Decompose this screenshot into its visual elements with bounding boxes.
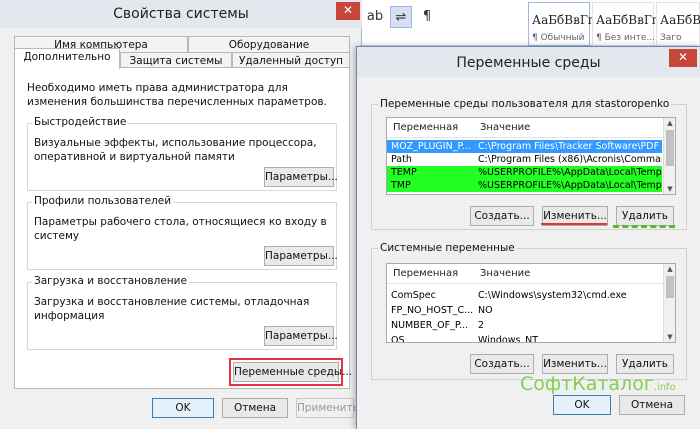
admin-note: Необходимо иметь права администратора дл…: [27, 82, 327, 108]
user-profiles-group: Профили пользователей Параметры рабочего…: [27, 195, 338, 270]
system-variables-group: Системные переменные Переменная Значение…: [371, 242, 687, 380]
highlight-frame: [229, 358, 343, 386]
var-name: Path: [391, 154, 412, 165]
scrollbar[interactable]: ▲ ▼: [663, 264, 675, 342]
user-delete-button[interactable]: Удалить: [616, 206, 674, 226]
style-name: Заго: [660, 33, 682, 43]
style-sample: АаБбВвГг,: [596, 13, 662, 27]
style-name: ¶ Без инте...: [596, 33, 656, 43]
var-name: ComSpec: [391, 290, 436, 301]
advanced-panel: Необходимо иметь права администратора дл…: [14, 67, 352, 389]
titlebar[interactable]: Переменные среды ✕: [357, 47, 700, 77]
system-properties-dialog: Свойства системы ✕ Имя компьютера Оборуд…: [0, 0, 362, 429]
var-value: %USERPROFILE%\AppData\Local\Temp: [478, 180, 662, 191]
table-row[interactable]: TMP %USERPROFILE%\AppData\Local\Temp: [387, 179, 662, 192]
var-value: C:\Program Files (x86)\Acronis\Comman...: [478, 154, 662, 165]
scroll-thumb[interactable]: [666, 130, 674, 166]
scroll-down-icon[interactable]: ▼: [664, 332, 675, 342]
system-delete-button[interactable]: Удалить: [616, 354, 674, 374]
user-variables-list[interactable]: Переменная Значение MOZ_PLUGIN_P... C:\P…: [386, 117, 676, 195]
close-icon[interactable]: ✕: [669, 49, 697, 67]
table-row[interactable]: NUMBER_OF_P... 2: [387, 319, 662, 332]
pilcrow-icon[interactable]: ¶: [416, 6, 438, 28]
style-no-spacing[interactable]: АаБбВвГг, ¶ Без инте...: [592, 2, 662, 46]
var-value: %USERPROFILE%\AppData\Local\Temp: [478, 167, 662, 178]
var-name: NUMBER_OF_P...: [391, 320, 469, 331]
dialog-title: Свойства системы: [113, 6, 249, 22]
group-title: Быстродействие: [32, 116, 129, 128]
group-text: Параметры рабочего стола, относящиеся ко…: [34, 216, 327, 242]
apply-button[interactable]: Применить: [296, 398, 359, 418]
var-name: TMP: [391, 180, 411, 191]
close-icon[interactable]: ✕: [336, 2, 360, 20]
scroll-thumb[interactable]: [666, 276, 674, 298]
list-header: Переменная Значение: [387, 264, 675, 284]
profiles-settings-button[interactable]: Параметры...: [264, 246, 338, 266]
var-value: C:\Program Files\Tracker Software\PDF ..…: [478, 141, 662, 152]
startup-recovery-group: Загрузка и восстановление Загрузка и вос…: [27, 275, 338, 350]
group-text: Загрузка и восстановление системы, отлад…: [34, 296, 310, 322]
delete-underline: [613, 225, 675, 228]
dialog-title: Переменные среды: [456, 55, 601, 71]
var-value: Windows_NT: [478, 335, 539, 343]
style-heading[interactable]: АаБбВ Заго: [656, 2, 700, 46]
column-value[interactable]: Значение: [480, 268, 530, 279]
titlebar[interactable]: Свойства системы ✕: [0, 0, 362, 28]
word-ribbon: ab ⇌ ¶ АаБбВвГг, ¶ Обычный АаБбВвГг, ¶ Б…: [358, 0, 700, 46]
startup-settings-button[interactable]: Параметры...: [264, 326, 338, 346]
scroll-down-icon[interactable]: ▼: [664, 184, 675, 194]
ribbon-tools: ab ⇌ ¶: [364, 6, 438, 28]
style-sample: АаБбВ: [660, 13, 700, 27]
table-row[interactable]: Path C:\Program Files (x86)\Acronis\Comm…: [387, 153, 662, 166]
var-value: NO: [478, 305, 493, 316]
environment-variables-dialog: Переменные среды ✕ Переменные среды поль…: [356, 46, 700, 429]
style-sample: АаБбВвГг,: [532, 13, 598, 27]
watermark-suffix: .info: [653, 382, 676, 393]
group-title: Системные переменные: [378, 242, 517, 254]
group-title: Загрузка и восстановление: [32, 275, 189, 287]
group-text: Визуальные эффекты, использование процес…: [34, 137, 317, 163]
performance-settings-button[interactable]: Параметры...: [264, 167, 338, 187]
user-variables-group: Переменные среды пользователя для stasto…: [371, 98, 687, 230]
style-name: ¶ Обычный: [532, 33, 585, 43]
scrollbar[interactable]: ▲ ▼: [663, 118, 675, 194]
ok-button[interactable]: OK: [553, 395, 611, 415]
table-row[interactable]: MOZ_PLUGIN_P... C:\Program Files\Tracker…: [387, 140, 662, 153]
table-row[interactable]: FP_NO_HOST_C... NO: [387, 304, 662, 317]
var-name: MOZ_PLUGIN_P...: [391, 141, 471, 152]
system-variables-list[interactable]: Переменная Значение ComSpec C:\Windows\s…: [386, 263, 676, 343]
system-edit-button[interactable]: Изменить...: [542, 354, 608, 374]
ok-button[interactable]: OK: [152, 398, 214, 418]
cancel-button[interactable]: Отмена: [619, 395, 685, 415]
column-value[interactable]: Значение: [480, 122, 530, 133]
highlight-icon[interactable]: ab: [364, 6, 386, 28]
performance-group: Быстродействие Визуальные эффекты, испол…: [27, 116, 338, 191]
table-row[interactable]: OS Windows_NT: [387, 334, 662, 343]
tab-advanced[interactable]: Дополнительно: [14, 48, 120, 69]
group-title: Профили пользователей: [32, 195, 174, 207]
sort-icon[interactable]: ⇌: [390, 6, 412, 28]
style-normal[interactable]: АаБбВвГг, ¶ Обычный: [528, 2, 598, 46]
cancel-button[interactable]: Отмена: [222, 398, 288, 418]
user-create-button[interactable]: Создать...: [470, 206, 534, 226]
var-name: TEMP: [391, 167, 417, 178]
edit-underline: [541, 223, 607, 225]
var-name: FP_NO_HOST_C...: [391, 305, 474, 316]
table-row[interactable]: TEMP %USERPROFILE%\AppData\Local\Temp: [387, 166, 662, 179]
column-variable[interactable]: Переменная: [393, 268, 458, 279]
group-title: Переменные среды пользователя для stasto…: [378, 98, 672, 110]
var-name: OS: [391, 335, 405, 343]
table-row[interactable]: ComSpec C:\Windows\system32\cmd.exe: [387, 289, 662, 302]
scroll-up-icon[interactable]: ▲: [664, 264, 675, 274]
var-value: C:\Windows\system32\cmd.exe: [478, 290, 627, 301]
watermark-text: СофтКаталог: [520, 373, 654, 395]
var-value: 2: [478, 320, 485, 331]
scroll-up-icon[interactable]: ▲: [664, 118, 675, 128]
list-header: Переменная Значение: [387, 118, 675, 138]
system-create-button[interactable]: Создать...: [470, 354, 534, 374]
watermark-logo: СофтКаталог.info: [520, 373, 676, 395]
column-variable[interactable]: Переменная: [393, 122, 458, 133]
